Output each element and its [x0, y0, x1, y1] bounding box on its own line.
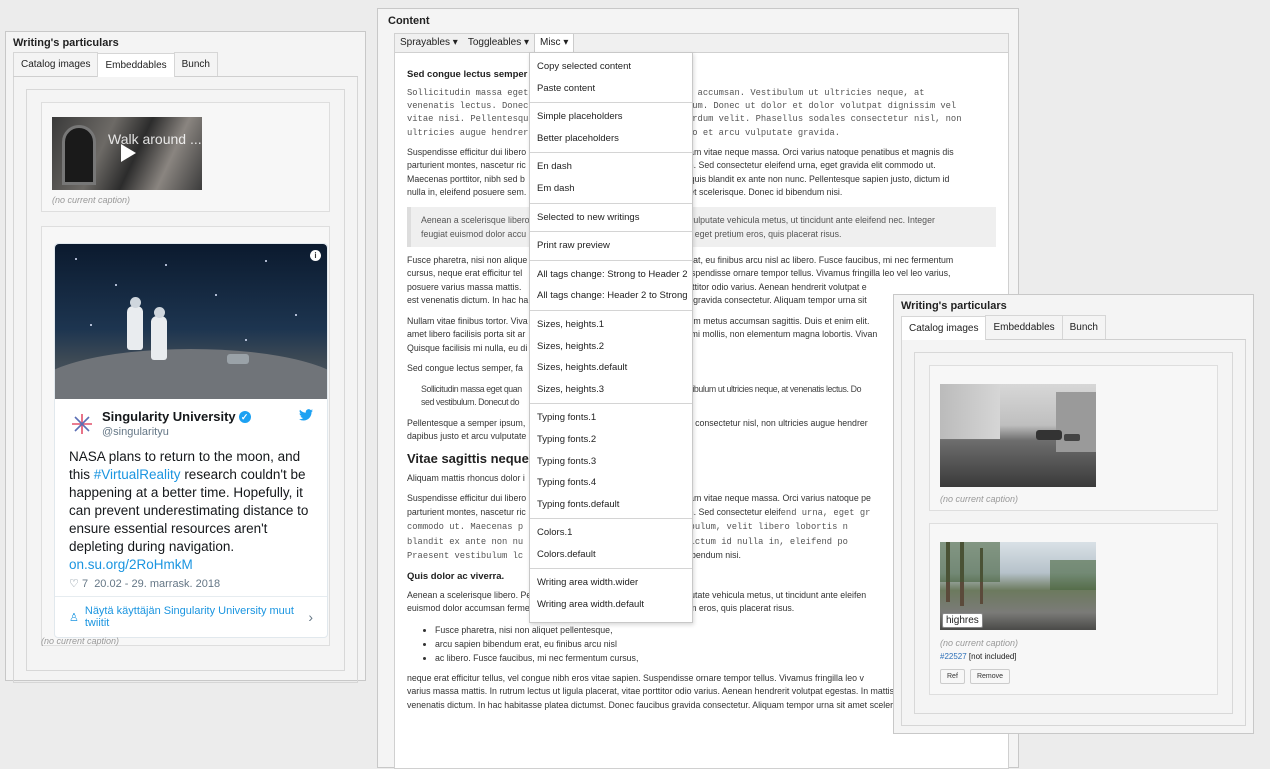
person-icon: ♙ [69, 611, 79, 624]
tab-embeddables[interactable]: Embeddables [97, 53, 175, 77]
menu-item-width-default[interactable]: Writing area width.default [530, 594, 692, 616]
image-card: highres (no current caption) #22527 [not… [929, 523, 1218, 695]
heart-icon[interactable]: ♡ [69, 578, 79, 590]
toggleables-menu-button[interactable]: Toggleables ▾ [463, 34, 534, 52]
panel-title: Writing's particulars [13, 37, 119, 49]
sprayables-menu-button[interactable]: Sprayables ▾ [395, 34, 463, 52]
editor-toolbar: Sprayables ▾ Toggleables ▾ Misc ▾ [394, 33, 1009, 53]
tweet: i Singularity University✓ @singularityu [54, 243, 328, 638]
menu-item-paste[interactable]: Paste content [530, 78, 692, 100]
tab-bar: Catalog images Embeddables Bunch [901, 315, 1246, 340]
menu-item-width-wider[interactable]: Writing area width.wider [530, 572, 692, 594]
tweet-meta: ♡ 7 20.02 - 29. marrask. 2018 [69, 577, 313, 590]
caption: (no current caption) [41, 636, 120, 646]
menu-item-print-raw-preview[interactable]: Print raw preview [530, 235, 692, 257]
menu-item-colors-1[interactable]: Colors.1 [530, 522, 692, 544]
menu-item-simple-placeholders[interactable]: Simple placeholders [530, 106, 692, 128]
menu-item-sizes-3[interactable]: Sizes, heights.3 [530, 379, 692, 401]
like-count: 7 [81, 578, 89, 590]
tab-bunch[interactable]: Bunch [173, 52, 218, 76]
tweet-embed-card: i Singularity University✓ @singularityu [41, 226, 330, 646]
misc-menu-button[interactable]: Misc ▾ [534, 34, 575, 52]
caption: (no current caption) [940, 638, 1019, 648]
tweet-author-handle[interactable]: @singularityu [102, 426, 251, 438]
menu-item-fonts-2[interactable]: Typing fonts.2 [530, 429, 692, 451]
tweet-date[interactable]: 20.02 - 29. marrask. 2018 [94, 578, 220, 590]
info-icon[interactable]: i [310, 250, 321, 261]
embeddables-list: Walk around ... (no current caption) i S… [26, 89, 345, 671]
writings-particulars-panel-left: Writing's particulars Catalog images Emb… [5, 31, 366, 683]
ref-button[interactable]: Ref [940, 669, 965, 684]
video-thumbnail[interactable]: Walk around ... [52, 117, 202, 190]
menu-item-colors-default[interactable]: Colors.default [530, 544, 692, 566]
twitter-bird-icon[interactable] [299, 409, 313, 421]
caption: (no current caption) [940, 494, 1019, 504]
menu-item-selected-to-new[interactable]: Selected to new writings [530, 207, 692, 229]
verified-icon: ✓ [238, 411, 251, 423]
writings-particulars-panel-right: Writing's particulars Catalog images Emb… [893, 294, 1254, 734]
menu-item-em-dash[interactable]: Em dash [530, 178, 692, 200]
menu-item-sizes-default[interactable]: Sizes, heights.default [530, 357, 692, 379]
menu-item-copy-selected[interactable]: Copy selected content [530, 56, 692, 78]
menu-item-fonts-4[interactable]: Typing fonts.4 [530, 472, 692, 494]
menu-item-fonts-default[interactable]: Typing fonts.default [530, 494, 692, 516]
reference-link[interactable]: #22527 [940, 652, 967, 661]
tab-bar: Catalog images Embeddables Bunch [13, 52, 358, 77]
menu-item-h2-to-strong[interactable]: All tags change: Header 2 to Strong [530, 285, 692, 307]
hashtag-link[interactable]: #VirtualReality [94, 467, 181, 482]
highres-label: highres [942, 613, 983, 628]
tab-bunch[interactable]: Bunch [1061, 315, 1106, 339]
street-photo[interactable] [940, 384, 1096, 487]
caption: (no current caption) [52, 195, 131, 205]
road-photo[interactable]: highres [940, 542, 1096, 630]
tweet-text: NASA plans to return to the moon, and th… [69, 449, 309, 572]
catalog-images-list: (no current caption) highres (no current… [914, 352, 1233, 714]
tab-body: Walk around ... (no current caption) i S… [13, 77, 358, 683]
menu-item-fonts-1[interactable]: Typing fonts.1 [530, 407, 692, 429]
reference-line: #22527 [not included] [940, 652, 1017, 661]
menu-item-en-dash[interactable]: En dash [530, 156, 692, 178]
more-tweets-link[interactable]: ♙ Näytä käyttäjän Singularity University… [55, 596, 327, 637]
play-icon[interactable] [114, 140, 140, 166]
image-card: (no current caption) [929, 365, 1218, 511]
panel-title: Content [388, 15, 430, 27]
menu-item-strong-to-h2[interactable]: All tags change: Strong to Header 2 [530, 264, 692, 286]
tweet-link[interactable]: on.su.org/2RoHmkM [69, 557, 193, 572]
singularity-logo-icon [72, 414, 92, 434]
tab-embeddables[interactable]: Embeddables [985, 315, 1063, 339]
menu-item-sizes-2[interactable]: Sizes, heights.2 [530, 336, 692, 358]
tweet-author-name[interactable]: Singularity University [102, 409, 236, 424]
chevron-right-icon: › [308, 609, 313, 625]
tab-catalog-images[interactable]: Catalog images [13, 52, 99, 76]
panel-title: Writing's particulars [901, 300, 1007, 312]
menu-item-fonts-3[interactable]: Typing fonts.3 [530, 451, 692, 473]
tab-body: (no current caption) highres (no current… [901, 340, 1246, 726]
remove-button[interactable]: Remove [969, 669, 1011, 684]
misc-dropdown-menu: Copy selected content Paste content Simp… [529, 52, 693, 623]
tweet-image-astronauts: i [55, 244, 327, 399]
menu-item-sizes-1[interactable]: Sizes, heights.1 [530, 314, 692, 336]
tab-catalog-images[interactable]: Catalog images [901, 316, 987, 340]
menu-item-better-placeholders[interactable]: Better placeholders [530, 128, 692, 150]
video-embed-card: Walk around ... (no current caption) [41, 102, 330, 212]
